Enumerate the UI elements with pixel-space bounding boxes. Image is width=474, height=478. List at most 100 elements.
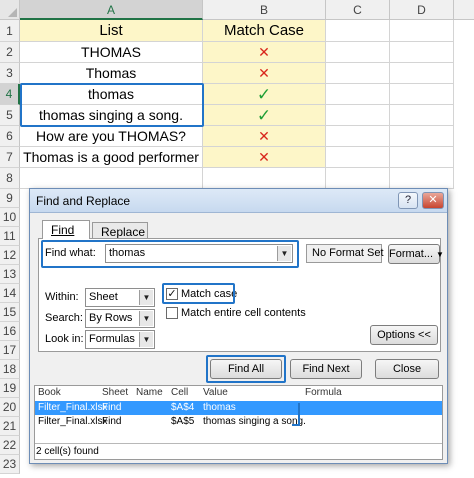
cell-a4[interactable]: thomas <box>20 84 203 105</box>
window-close-button[interactable]: ✕ <box>422 192 444 209</box>
cell[interactable] <box>326 147 390 168</box>
column-header-d[interactable]: D <box>390 0 454 20</box>
results-col-formula[interactable]: Formula <box>305 387 342 398</box>
cell-a1-list-header[interactable]: List <box>20 20 203 42</box>
cell[interactable] <box>390 20 454 42</box>
cell[interactable] <box>390 168 454 189</box>
cell-b1-match-case-header[interactable]: Match Case <box>203 20 326 42</box>
cell-a7[interactable]: Thomas is a good performer <box>20 147 203 168</box>
row-header[interactable]: 5 <box>0 105 20 126</box>
column-header-c[interactable]: C <box>326 0 390 20</box>
cell-a2[interactable]: THOMAS <box>20 42 203 63</box>
cell-b3[interactable]: ✕ <box>203 63 326 84</box>
row-header[interactable]: 21 <box>0 417 20 436</box>
cell-b4[interactable]: ✓ <box>203 84 326 105</box>
cell[interactable] <box>326 20 390 42</box>
results-col-name[interactable]: Name <box>136 387 163 398</box>
search-select[interactable]: By Rows ▼ <box>85 309 155 328</box>
within-select[interactable]: Sheet ▼ <box>85 288 155 307</box>
results-col-cell[interactable]: Cell <box>171 387 188 398</box>
row-header[interactable]: 1 <box>0 20 20 42</box>
chevron-down-icon[interactable]: ▼ <box>139 311 153 326</box>
cell[interactable] <box>326 168 390 189</box>
status-divider <box>35 443 442 444</box>
cell[interactable] <box>390 105 454 126</box>
row-header[interactable]: 17 <box>0 341 20 360</box>
cell-b5[interactable]: ✓ <box>203 105 326 126</box>
cell[interactable] <box>326 126 390 147</box>
row-header[interactable]: 9 <box>0 189 20 208</box>
row-header[interactable]: 15 <box>0 303 20 322</box>
cell[interactable] <box>326 42 390 63</box>
cell[interactable] <box>20 168 203 189</box>
row-header[interactable]: 16 <box>0 322 20 341</box>
column-header-a[interactable]: A <box>20 0 203 20</box>
row-header[interactable]: 18 <box>0 360 20 379</box>
row-header[interactable]: 3 <box>0 63 20 84</box>
results-col-book[interactable]: Book <box>38 387 61 398</box>
row-header[interactable]: 22 <box>0 436 20 455</box>
row-header[interactable]: 11 <box>0 227 20 246</box>
tab-find[interactable]: Find <box>42 220 90 239</box>
results-col-value[interactable]: Value <box>203 387 228 398</box>
cell-b2[interactable]: ✕ <box>203 42 326 63</box>
close-button[interactable]: Close <box>375 359 439 379</box>
cell[interactable] <box>203 168 326 189</box>
row-header[interactable]: 23 <box>0 455 20 474</box>
chevron-down-icon[interactable]: ▼ <box>139 290 153 305</box>
cell[interactable] <box>326 105 390 126</box>
cell-a6[interactable]: How are you THOMAS? <box>20 126 203 147</box>
row-header[interactable]: 2 <box>0 42 20 63</box>
format-button[interactable]: Format... ▼ <box>388 244 444 264</box>
find-all-button[interactable]: Find All <box>210 359 282 379</box>
row-header[interactable]: 4 <box>0 84 20 105</box>
cell-b6[interactable]: ✕ <box>203 126 326 147</box>
tab-replace[interactable]: Replace <box>92 222 148 239</box>
dialog-title: Find and Replace <box>36 194 131 208</box>
close-icon: ✕ <box>428 194 438 206</box>
chevron-down-icon[interactable]: ▼ <box>277 246 291 261</box>
row-header[interactable]: 8 <box>0 168 20 189</box>
help-button[interactable]: ? <box>398 192 418 209</box>
row-header[interactable]: 14 <box>0 284 20 303</box>
match-entire-cell-checkbox[interactable] <box>166 307 178 319</box>
row-header[interactable]: 7 <box>0 147 20 168</box>
cell[interactable] <box>326 63 390 84</box>
cell[interactable] <box>390 63 454 84</box>
cell[interactable] <box>390 126 454 147</box>
result-row[interactable]: Filter_Final.xlsx Find $A$5 thomas singi… <box>35 415 442 429</box>
match-entire-cell-label[interactable]: Match entire cell contents <box>181 307 306 319</box>
select-all-corner[interactable] <box>0 0 20 20</box>
cell-a3[interactable]: Thomas <box>20 63 203 84</box>
find-next-button[interactable]: Find Next <box>290 359 362 379</box>
cell[interactable] <box>390 147 454 168</box>
results-status: 2 cell(s) found <box>36 446 99 457</box>
row-header[interactable]: 12 <box>0 246 20 265</box>
look-in-value: Formulas <box>89 333 135 345</box>
cell-b7[interactable]: ✕ <box>203 147 326 168</box>
cell[interactable] <box>390 84 454 105</box>
result-row[interactable]: Filter_Final.xlsx Find $A$4 thomas <box>35 401 442 415</box>
results-header: Book Sheet Name Cell Value Formula <box>35 386 442 400</box>
dialog-titlebar[interactable]: Find and Replace ? ✕ <box>30 189 447 213</box>
look-in-select[interactable]: Formulas ▼ <box>85 330 155 349</box>
row-header[interactable]: 10 <box>0 208 20 227</box>
find-what-value: thomas <box>109 247 146 259</box>
results-list[interactable]: Book Sheet Name Cell Value Formula Filte… <box>34 385 443 460</box>
row-header[interactable]: 19 <box>0 379 20 398</box>
results-col-sheet[interactable]: Sheet <box>102 387 128 398</box>
row-header[interactable]: 20 <box>0 398 20 417</box>
cell[interactable] <box>390 42 454 63</box>
result-sheet: Find <box>102 416 122 427</box>
row-header[interactable]: 13 <box>0 265 20 284</box>
options-button[interactable]: Options << <box>370 325 438 345</box>
chevron-down-icon[interactable]: ▼ <box>139 332 153 347</box>
cell[interactable] <box>326 84 390 105</box>
find-what-input[interactable]: thomas ▼ <box>105 244 293 263</box>
column-header-b[interactable]: B <box>203 0 326 20</box>
row-header[interactable]: 6 <box>0 126 20 147</box>
match-case-checkbox[interactable]: ✓ <box>166 288 178 300</box>
match-case-label[interactable]: Match case <box>181 288 237 300</box>
cell-a5[interactable]: thomas singing a song. <box>20 105 203 126</box>
help-icon: ? <box>404 194 412 206</box>
